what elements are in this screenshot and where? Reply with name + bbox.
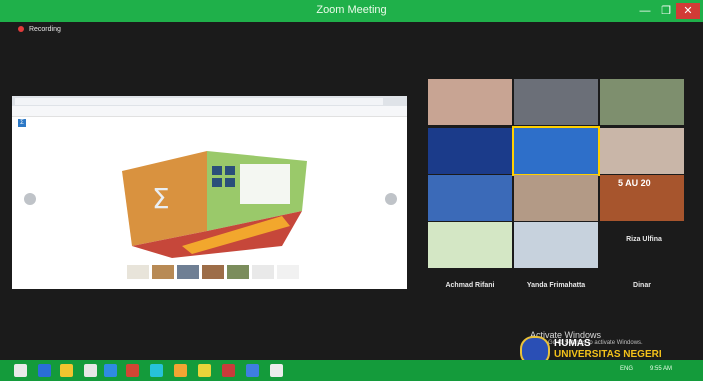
participant-video-active-speaker[interactable] [512,126,600,176]
participant-name[interactable]: Yanda Frimahatta [514,278,598,294]
participant-name[interactable]: Riza Ulfina [602,232,686,248]
language-indicator[interactable]: ENG [620,366,633,372]
participant-video[interactable] [514,222,598,268]
participant-video[interactable]: 5 AU 20 [600,175,684,221]
participant-video[interactable] [428,222,512,268]
thumbnail[interactable] [252,265,274,279]
start-icon[interactable] [14,364,27,377]
browser-tab[interactable] [337,98,383,105]
recording-indicator: Recording [18,26,61,33]
browser-tab[interactable] [153,98,199,105]
recording-label: Recording [28,26,61,33]
zoom-app-icon[interactable] [246,364,259,377]
thumbnail-strip [127,265,327,279]
browser-tab[interactable] [15,98,61,105]
participant-video[interactable] [514,79,598,125]
maximize-button[interactable]: ❐ [656,3,676,19]
record-dot-icon [18,26,24,33]
participant-video[interactable] [600,128,684,174]
title-bar: Zoom Meeting — ❐ ✕ [0,0,703,22]
app-icon[interactable] [198,364,211,377]
branding-title: HUMAS [554,338,591,349]
app-icon[interactable] [126,364,139,377]
participant-video[interactable] [428,128,512,174]
windows-taskbar: ENG 9:55 AM [0,360,703,381]
app-icon[interactable] [150,364,163,377]
photo-stamp: 5 AU 20 [618,178,651,188]
participant-video[interactable] [600,79,684,125]
participant-video[interactable] [428,175,512,221]
clock[interactable]: 9:55 AM [650,366,672,372]
app-icon[interactable] [222,364,235,377]
app-icon[interactable] [270,364,283,377]
window-title: Zoom Meeting [316,4,387,16]
participant-video[interactable] [514,175,598,221]
thumbnail[interactable] [277,265,299,279]
browser-tab[interactable] [61,98,107,105]
thumbnail[interactable] [227,265,249,279]
wall-frame-4 [225,178,235,187]
sigma-logo-icon: Σ [152,182,170,215]
wall-frame-1 [212,166,222,175]
virtual-room-render: Σ [122,151,307,258]
browser-tab[interactable] [107,98,153,105]
branding-overlay: HUMAS UNIVERSITAS NEGERI PADANG [520,336,703,371]
web-header [12,117,407,131]
browser-tab[interactable] [245,98,291,105]
app-icon[interactable] [84,364,97,377]
participant-video[interactable] [428,79,512,125]
prev-slide-button[interactable] [24,193,36,205]
browser-tab[interactable] [199,98,245,105]
app-icon[interactable] [104,364,117,377]
wall-window [240,164,290,204]
close-button[interactable]: ✕ [676,3,700,19]
browser-tab-strip [12,96,407,106]
file-explorer-icon[interactable] [60,364,73,377]
site-logo-icon: Σ [18,119,26,127]
minimize-button[interactable]: — [635,3,655,19]
participant-name[interactable]: Achmad Rifani [428,278,512,294]
thumbnail[interactable] [177,265,199,279]
next-slide-button[interactable] [385,193,397,205]
thumbnail[interactable] [127,265,149,279]
search-icon[interactable] [38,364,51,377]
app-icon[interactable] [174,364,187,377]
shared-screen[interactable]: Σ Σ [12,96,407,289]
wall-frame-3 [212,178,222,187]
browser-tab[interactable] [291,98,337,105]
thumbnail[interactable] [202,265,224,279]
participant-name[interactable]: Dinar [600,278,684,294]
address-bar[interactable] [12,106,407,117]
wall-frame-2 [225,166,235,175]
thumbnail[interactable] [152,265,174,279]
